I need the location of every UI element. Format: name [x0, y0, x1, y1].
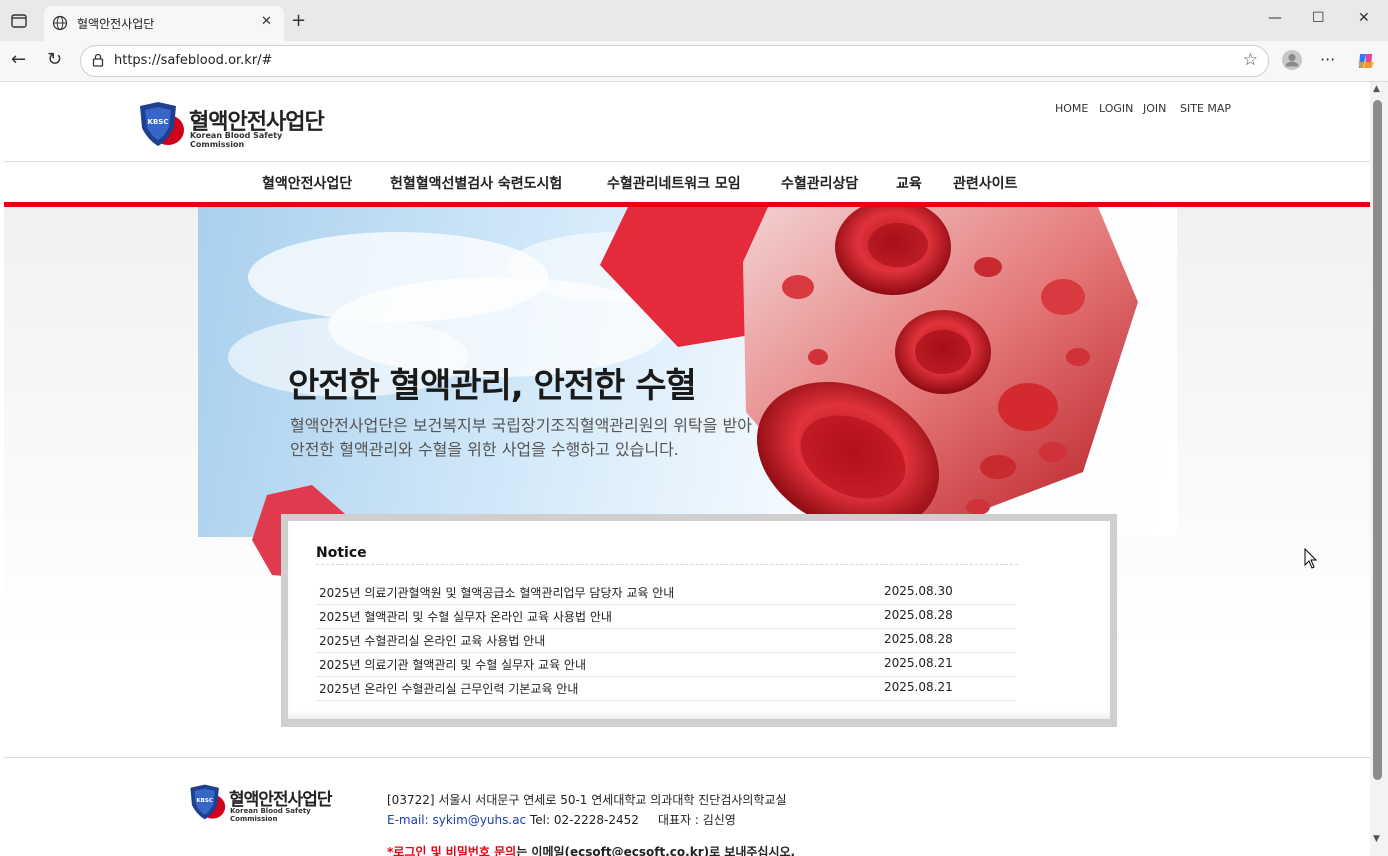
tab-actions-icon[interactable] — [10, 12, 28, 30]
more-menu-icon[interactable]: ··· — [1320, 50, 1335, 69]
footer-logo-subtext: Korean Blood Safety Commission — [230, 807, 311, 823]
browser-tab[interactable]: 혈액안전사업단 ✕ — [44, 6, 284, 41]
reload-icon[interactable]: ↻ — [47, 50, 62, 70]
profile-avatar-icon[interactable] — [1281, 49, 1303, 71]
gnb-item-education[interactable]: 교육 — [896, 173, 922, 193]
page-viewport: KBSC 혈액안전사업단 Korean Blood Safety Commiss… — [4, 82, 1370, 856]
footer-email-link[interactable]: sykim@yuhs.ac — [433, 813, 527, 827]
visual-headline: 안전한 혈액관리, 안전한 수혈 — [288, 366, 697, 406]
gnb-item-consulting[interactable]: 수혈관리상담 — [781, 173, 858, 193]
lock-icon — [92, 53, 104, 67]
footer-contact: E-mail: sykim@yuhs.ac Tel: 02-2228-2452 … — [387, 811, 736, 828]
notice-item-date: 2025.08.30 — [884, 584, 953, 598]
footer-divider — [4, 757, 1370, 758]
footer-login-note: *로그인 및 비밀번호 문의는 이메일(ecsoft@ecsoft.co.kr)… — [387, 843, 795, 856]
scroll-down-icon[interactable]: ▼ — [1373, 834, 1380, 844]
notice-title: Notice — [316, 545, 367, 561]
url-text: https://safeblood.or.kr/# — [114, 53, 273, 68]
maximize-icon[interactable]: ☐ — [1312, 10, 1325, 26]
favorite-star-icon[interactable]: ☆ — [1243, 50, 1258, 70]
gnb-item-about[interactable]: 혈액안전사업단 — [262, 173, 352, 193]
notice-item-title[interactable]: 2025년 의료기관혈액원 및 혈액공급소 혈액관리업무 담당자 교육 안내 — [319, 584, 674, 601]
minimize-icon[interactable]: — — [1268, 10, 1282, 26]
footer-ceo: 대표자 : 김신영 — [657, 813, 736, 827]
notice-item[interactable]: 2025년 의료기관 혈액관리 및 수혈 실무자 교육 안내 2025.08.2… — [316, 652, 1016, 677]
footer-address: [03722] 서울시 서대문구 연세로 50-1 연세대학교 의과대학 진단검… — [387, 793, 787, 807]
notice-divider — [316, 564, 1018, 565]
gnb-item-related-sites[interactable]: 관련사이트 — [953, 173, 1017, 193]
mouse-cursor-icon — [1304, 548, 1318, 569]
notice-item-title[interactable]: 2025년 수혈관리실 온라인 교육 사용법 안내 — [319, 632, 545, 649]
close-tab-icon[interactable]: ✕ — [261, 14, 272, 29]
new-tab-icon[interactable]: + — [291, 11, 306, 31]
gnb-item-network-meeting[interactable]: 수혈관리네트워크 모임 — [607, 173, 741, 193]
logo-badge: KBSC — [148, 118, 169, 126]
notice-item-date: 2025.08.28 — [884, 608, 953, 622]
footer-note-highlight: *로그인 및 비밀번호 문의 — [387, 845, 517, 856]
main-navigation: 혈액안전사업단 헌혈혈액선별검사 숙련도시험 수혈관리네트워크 모임 수혈관리상… — [4, 162, 1370, 202]
notice-item-title[interactable]: 2025년 혈액관리 및 수혈 실무자 온라인 교육 사용법 안내 — [319, 608, 612, 625]
footer-email-label: E-mail: — [387, 813, 429, 827]
notice-item[interactable]: 2025년 혈액관리 및 수혈 실무자 온라인 교육 사용법 안내 2025.0… — [316, 604, 1016, 629]
notice-item-title[interactable]: 2025년 의료기관 혈액관리 및 수혈 실무자 교육 안내 — [319, 656, 586, 673]
top-menu-join[interactable]: JOIN — [1143, 102, 1166, 115]
notice-item-date: 2025.08.28 — [884, 632, 953, 646]
top-menu-sitemap[interactable]: SITE MAP — [1180, 102, 1231, 115]
notice-item[interactable]: 2025년 수혈관리실 온라인 교육 사용법 안내 2025.08.28 — [316, 628, 1016, 653]
tab-title: 혈액안전사업단 — [77, 17, 155, 31]
site-logo[interactable]: KBSC 혈액안전사업단 Korean Blood Safety Commiss… — [136, 100, 336, 150]
footer-logo: KBSC 혈액안전사업단 Korean Blood Safety Commiss… — [187, 783, 357, 823]
top-menu-home[interactable]: HOME — [1055, 102, 1088, 115]
logo-subtext: Korean Blood Safety Commission — [190, 131, 283, 149]
kbsc-shield-icon: KBSC — [190, 784, 226, 820]
scroll-up-icon[interactable]: ▲ — [1373, 84, 1380, 94]
notice-item[interactable]: 2025년 의료기관혈액원 및 혈액공급소 혈액관리업무 담당자 교육 안내 2… — [316, 580, 1016, 605]
notice-item-title[interactable]: 2025년 온라인 수혈관리실 근무인력 기본교육 안내 — [319, 680, 578, 697]
footer-logo-badge: KBSC — [196, 798, 213, 804]
back-icon[interactable]: ← — [11, 50, 26, 70]
browser-toolbar: ← ↻ https://safeblood.or.kr/# ☆ ··· — [0, 41, 1388, 82]
window-close-icon[interactable]: ✕ — [1358, 10, 1370, 26]
footer-note-text: 는 이메일(ecsoft@ecsoft.co.kr)로 보내주십시오. — [516, 845, 796, 856]
notice-item[interactable]: 2025년 온라인 수혈관리실 근무인력 기본교육 안내 2025.08.21 — [316, 676, 1016, 701]
page-scrollbar[interactable]: ▲ ▼ — [1370, 82, 1388, 856]
globe-icon — [52, 15, 68, 31]
scrollbar-thumb[interactable] — [1373, 100, 1382, 780]
notice-item-date: 2025.08.21 — [884, 656, 953, 670]
gnb-item-proficiency-test[interactable]: 헌혈혈액선별검사 숙련도시험 — [390, 173, 562, 193]
address-bar[interactable]: https://safeblood.or.kr/# ☆ — [80, 45, 1269, 77]
copilot-icon[interactable] — [1355, 50, 1377, 72]
notice-item-date: 2025.08.21 — [884, 680, 953, 694]
footer-tel: Tel: 02-2228-2452 — [529, 813, 639, 827]
visual-description-line2: 안전한 혈액관리와 수혈을 위한 사업을 수행하고 있습니다. — [290, 440, 679, 459]
top-menu-login[interactable]: LOGIN — [1099, 102, 1133, 115]
kbsc-shield-icon: KBSC — [140, 102, 184, 146]
visual-description-line1: 혈액안전사업단은 보건복지부 국립장기조직혈액관리원의 위탁을 받아 — [290, 416, 752, 435]
browser-tab-bar: 혈액안전사업단 ✕ + — ☐ ✕ — [0, 0, 1388, 41]
